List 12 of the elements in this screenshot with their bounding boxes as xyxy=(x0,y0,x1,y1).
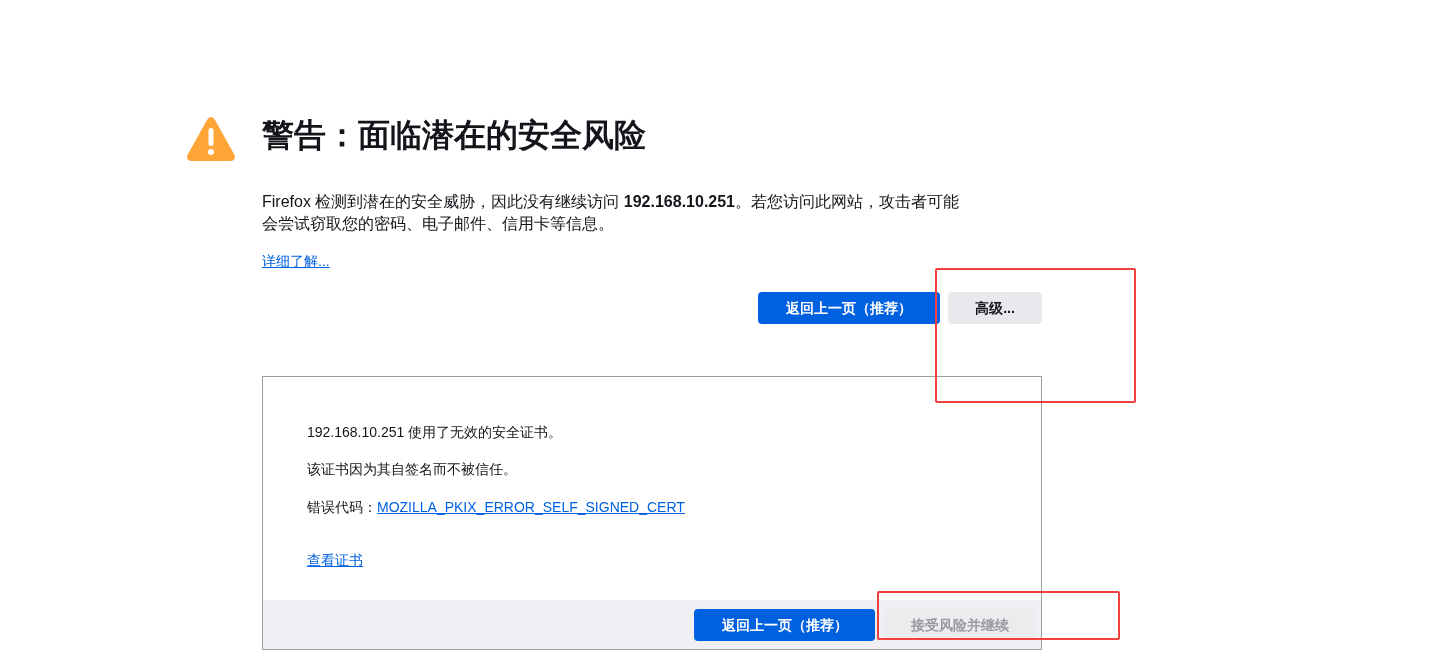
warning-description: Firefox 检测到潜在的安全威胁，因此没有继续访问 192.168.10.251。若您访问此网站，攻击者可能会尝试窃取您的密码、电子邮件、信用卡等信息。 xyxy=(262,192,960,234)
go-back-button[interactable]: 返回上一页（推荐） xyxy=(758,292,940,324)
go-back-button[interactable]: 返回上一页（推荐） xyxy=(694,609,875,641)
warning-icon xyxy=(186,116,236,162)
advanced-button[interactable]: 高级... xyxy=(948,292,1042,324)
error-code-link[interactable]: MOZILLA_PKIX_ERROR_SELF_SIGNED_CERT xyxy=(377,495,685,519)
page-title: 警告：面临潜在的安全风险 xyxy=(262,116,646,155)
certificate-message: 192.168.10.251 使用了无效的安全证书。 xyxy=(307,423,563,442)
learn-more-link[interactable]: 详细了解... xyxy=(262,249,330,273)
view-certificate-link[interactable]: 查看证书 xyxy=(307,548,363,572)
error-code-label: 错误代码： xyxy=(307,498,377,517)
certificate-message: 该证书因为其自签名而不被信任。 xyxy=(307,460,517,479)
